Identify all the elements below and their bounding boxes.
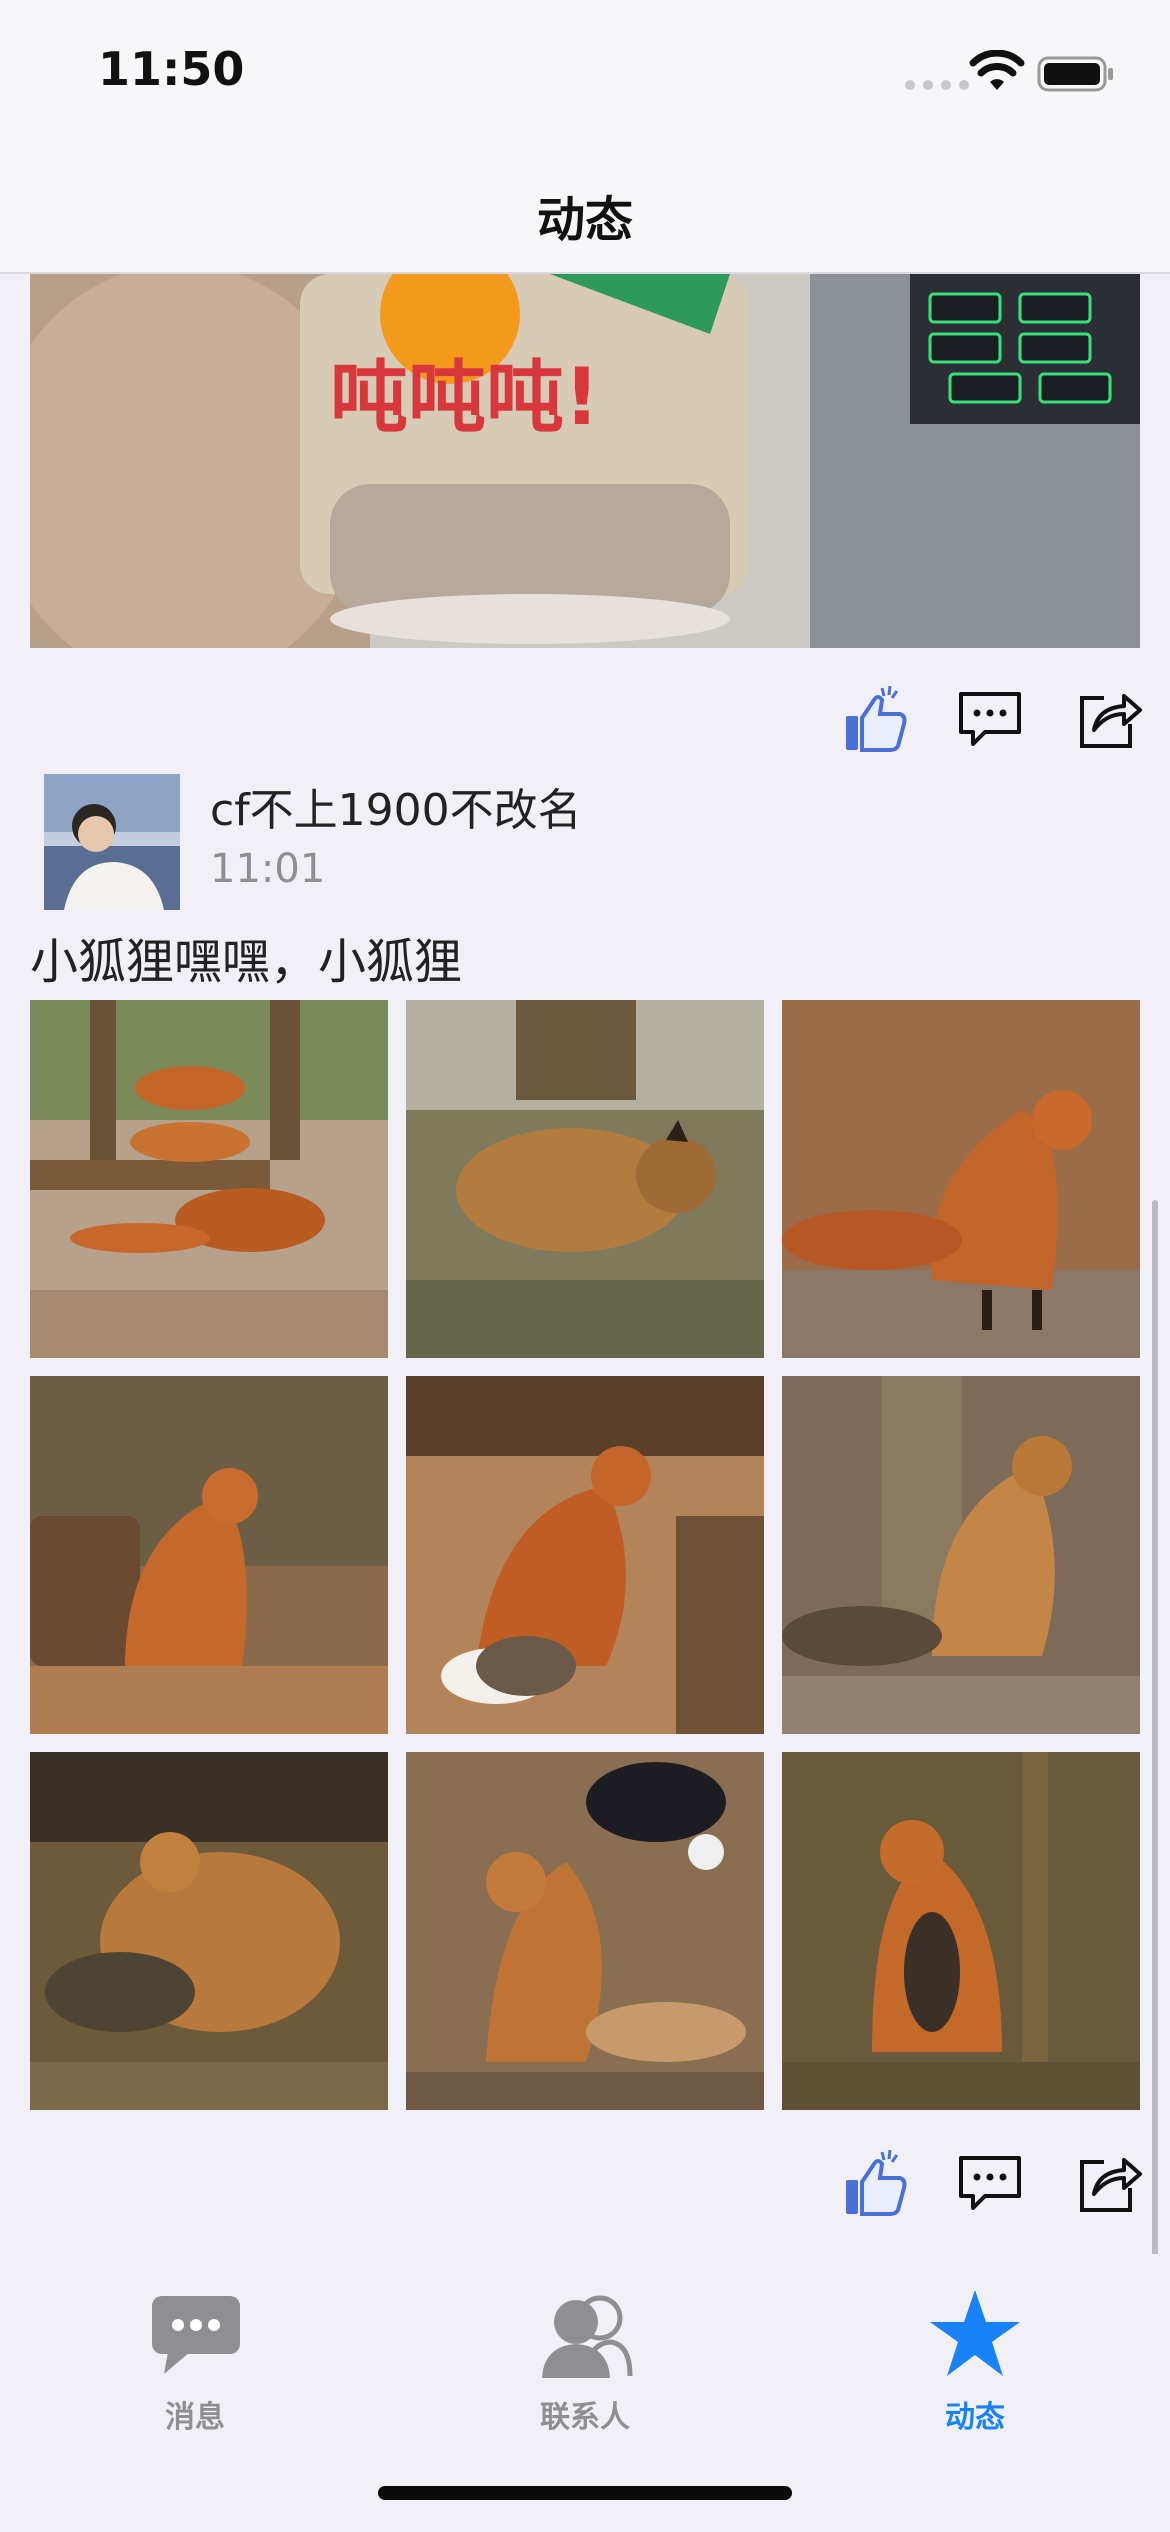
status-bar: 11:50 [0, 0, 1170, 150]
share-icon[interactable] [1074, 2148, 1144, 2218]
tab-feed-label: 动态 [945, 2400, 1005, 2435]
wifi-icon [969, 50, 1025, 90]
post-image-3[interactable] [782, 1000, 1140, 1358]
tab-messages[interactable]: 消息 [0, 2294, 390, 2444]
post-actions [0, 2148, 1170, 2228]
post-image-2[interactable] [406, 1000, 764, 1358]
feed-scroll[interactable]: 吨吨吨! cf不上1900不改名 11:01 小狐狸嘿嘿，小狐狸 [0, 274, 1170, 2254]
post-time: 11:01 [210, 846, 326, 892]
cellular-signal-icon [905, 80, 969, 90]
like-icon[interactable] [842, 2148, 912, 2218]
post-image-6[interactable] [782, 1376, 1140, 1734]
navigation-bar: 动态 [0, 150, 1170, 274]
post-image-5[interactable] [406, 1376, 764, 1734]
star-icon [930, 2290, 1020, 2376]
post-image-1[interactable] [30, 1000, 388, 1358]
post-text: 小狐狸嘿嘿，小狐狸 [30, 934, 463, 990]
tab-contacts[interactable]: 联系人 [390, 2294, 780, 2444]
chat-bubble-icon [152, 2296, 240, 2374]
tab-messages-label: 消息 [165, 2400, 225, 2435]
previous-post-photo[interactable]: 吨吨吨! [30, 274, 1140, 648]
scroll-indicator[interactable] [1152, 1200, 1158, 2270]
share-icon[interactable] [1074, 684, 1144, 754]
post-username[interactable]: cf不上1900不改名 [210, 774, 582, 838]
battery-icon [1037, 56, 1113, 92]
like-icon[interactable] [842, 684, 912, 754]
post-image-7[interactable] [30, 1752, 388, 2110]
home-indicator[interactable] [378, 2486, 792, 2500]
avatar[interactable] [44, 774, 180, 910]
post-image-8[interactable] [406, 1752, 764, 2110]
status-time: 11:50 [98, 42, 245, 96]
contacts-icon [542, 2295, 633, 2378]
post-image-grid [30, 1000, 1140, 2110]
post-image-4[interactable] [30, 1376, 388, 1734]
previous-post-actions [0, 684, 1170, 764]
tab-contacts-label: 联系人 [540, 2400, 630, 2435]
cup-print-text: 吨吨吨! [330, 353, 600, 443]
tab-feed[interactable]: 动态 [780, 2290, 1170, 2444]
comment-icon[interactable] [955, 2148, 1025, 2218]
post-image-9[interactable] [782, 1752, 1140, 2110]
page-title: 动态 [536, 192, 633, 248]
comment-icon[interactable] [955, 684, 1025, 754]
